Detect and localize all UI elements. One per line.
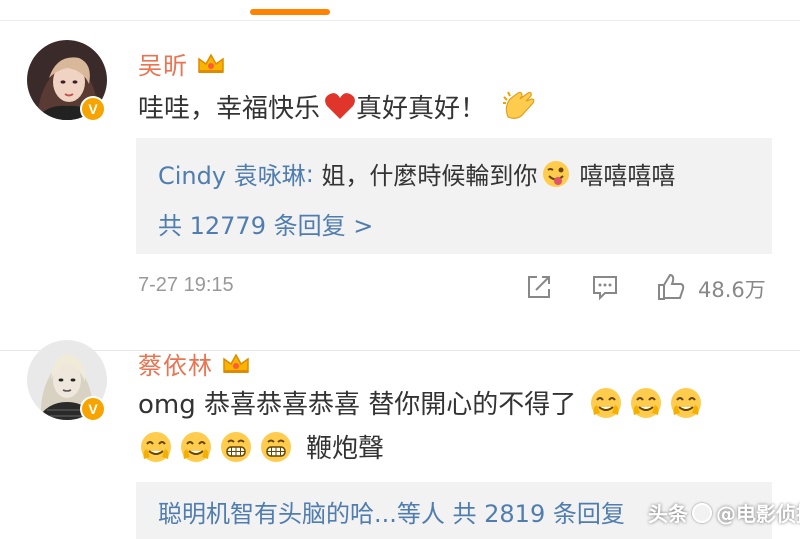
active-tab-indicator [250,9,330,15]
comment-username[interactable]: 蔡依林 [138,346,251,381]
reply-count-link[interactable]: 共 12779 条回复 > [158,206,373,241]
share-icon[interactable] [524,272,554,302]
comment-item: V 吴昕 哇哇，幸福快乐 真好真好！ Cindy 袁咏琳 : 姐，什麼時候輪到你 [0,32,800,351]
watermark-account: @电影侦探 [716,502,800,526]
watermark-platform: 头条 [648,502,688,526]
comment-meta: 7-27 19:15 48.6万 [0,272,800,302]
heart-icon [325,93,355,119]
joy-face-icon [671,387,702,418]
reply-preview-line[interactable]: 聪明机智有头脑的哈...等人 共 2819 条回复 [158,494,625,529]
comment-text-line: 鞭炮聲 [138,428,384,465]
watermark: 头条 @电影侦探 [648,498,800,527]
reply-text-after: 嘻嘻嘻嘻 [579,162,676,190]
reply-colon: : [305,159,322,188]
joy-face-icon [181,431,211,462]
joy-face-icon [631,387,662,418]
reply-preview-box[interactable]: Cindy 袁咏琳 : 姐，什麼時候輪到你 嘻嘻嘻嘻 共 12779 条回复 > [136,138,772,254]
top-divider [0,20,800,21]
comment-text-second: 鞭炮聲 [306,434,385,464]
comment-text-line: omg 恭喜恭喜恭喜 替你開心的不得了 [138,384,704,421]
verified-badge-icon: V [80,96,106,122]
reply-preview-line: Cindy 袁咏琳 : 姐，什麼時候輪到你 嘻嘻嘻嘻 [158,156,675,191]
winking-tongue-face-icon [543,160,570,187]
like-icon[interactable] [656,272,686,302]
clapping-hands-icon [503,91,535,119]
comment-text-after: 真好真好！ [356,93,487,124]
joy-face-icon [591,387,622,418]
watermark-logo-icon [692,502,712,523]
username-text: 蔡依林 [138,352,213,380]
username-text: 吴昕 [138,52,188,80]
comment-text: 哇哇，幸福快乐 真好真好！ [138,87,540,125]
joy-face-icon [141,431,171,462]
like-count: 48.6万 [698,278,766,302]
grinning-face-icon [261,431,291,462]
reply-username[interactable]: Cindy 袁咏琳 [158,156,306,191]
comment-text-main: 哇哇，幸福快乐 [138,93,321,124]
comment-icon[interactable] [590,272,620,302]
timestamp: 7-27 19:15 [138,274,234,296]
comment-text-main: omg 恭喜恭喜恭喜 替你開心的不得了 [138,390,577,420]
comment-username[interactable]: 吴昕 [138,46,226,81]
crown-icon [198,52,224,73]
grinning-face-icon [221,431,251,462]
crown-icon [223,352,249,373]
verified-badge-icon: V [80,396,106,422]
reply-text: 姐，什麼時候輪到你 [321,162,538,190]
